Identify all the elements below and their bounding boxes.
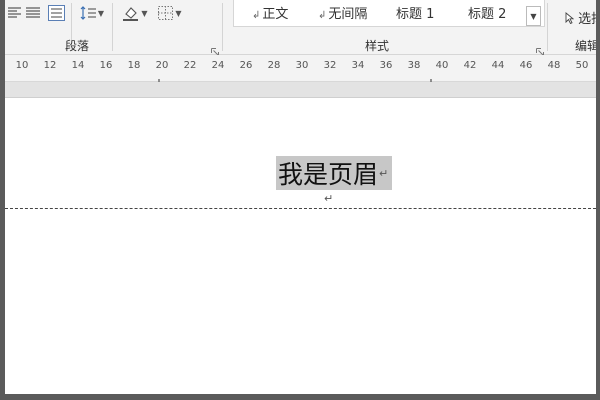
ruler-tick: 22 (183, 60, 197, 71)
ruler-tick: 16 (99, 60, 113, 71)
paragraph-dialog-launcher-icon[interactable] (211, 41, 219, 56)
style-item-normal[interactable]: ↲ 正文 (252, 3, 288, 22)
page-header-text: 我是页眉 (278, 160, 379, 189)
ruler-tick: 32 (323, 60, 337, 71)
border-grid-icon (158, 6, 174, 20)
ruler-tick: 38 (407, 60, 421, 71)
header-boundary-line (5, 208, 596, 209)
window-border (0, 394, 600, 400)
style-label: 无间隔 (328, 7, 368, 22)
chevron-down-icon: ▼ (530, 11, 537, 21)
style-item-heading-2[interactable]: 标题 2 (468, 3, 506, 22)
toolbar-divider (112, 3, 113, 51)
window-border (596, 0, 600, 400)
styles-group-label: 样式 (365, 39, 390, 53)
line-spacing-icon[interactable]: ▼ (78, 4, 106, 22)
styles-dialog-launcher-icon[interactable] (536, 41, 544, 56)
ruler-tick: 44 (491, 60, 505, 71)
ruler-tick: 18 (127, 60, 141, 71)
ruler-tick: 34 (351, 60, 365, 71)
paragraph-mark: ↵ (324, 192, 334, 205)
horizontal-ruler[interactable]: 10 12 14 16 18 20 22 24 26 28 30 32 34 3… (5, 55, 596, 85)
paragraph-group-label: 段落 (65, 39, 90, 53)
style-item-heading-1[interactable]: 标题 1 (396, 3, 434, 22)
ruler-tick: 48 (547, 60, 561, 71)
left-indent-marker-icon[interactable] (156, 70, 164, 85)
window-border (0, 0, 5, 400)
ruler-tick: 50 (575, 60, 589, 71)
ruler-tick: 12 (43, 60, 57, 71)
style-label: 标题 2 (468, 7, 507, 22)
paragraph-mark: ↵ (379, 166, 389, 180)
paragraph-mark-icon: ↲ (318, 10, 327, 21)
styles-more-button[interactable]: ▼ (526, 6, 541, 26)
styles-gallery: ↲ 正文 ↲ 无间隔 标题 1 标题 2 (233, 0, 545, 27)
shading-button[interactable]: ▼ (119, 4, 151, 22)
ruler-tick: 10 (15, 60, 29, 71)
style-label: 正文 (262, 7, 289, 22)
paragraph-mark-icon: ↲ (252, 10, 261, 21)
ribbon: ▼ ▼ ▼ 段落 ↲ 正文 ↲ 无间隔 标题 1 标题 2 ▼ 样式 选 编辑 (5, 0, 600, 56)
header-text-selection[interactable]: 我是页眉 ↵ (276, 156, 393, 190)
justify-icon[interactable] (25, 4, 41, 22)
word-window: ▼ ▼ ▼ 段落 ↲ 正文 ↲ 无间隔 标题 1 标题 2 ▼ 样式 选 编辑 … (0, 0, 600, 400)
ruler-tick: 14 (71, 60, 85, 71)
chevron-down-icon: ▼ (175, 8, 182, 18)
style-label: 标题 1 (396, 7, 435, 22)
ruler-tick: 42 (463, 60, 477, 71)
paint-bucket-icon (123, 7, 139, 21)
style-item-no-spacing[interactable]: ↲ 无间隔 (318, 3, 367, 22)
chevron-down-icon: ▼ (97, 8, 105, 18)
document-margin-area (5, 82, 596, 98)
align-left-icon[interactable] (7, 4, 21, 22)
select-button[interactable]: 选择 (565, 8, 600, 27)
distributed-align-icon[interactable] (46, 4, 66, 22)
ruler-tick: 36 (379, 60, 393, 71)
document-page[interactable]: 我是页眉 ↵ ↵ (5, 98, 596, 394)
group-divider (222, 3, 223, 51)
borders-button[interactable]: ▼ (155, 4, 185, 22)
ruler-tick: 24 (211, 60, 225, 71)
right-indent-marker-icon[interactable] (430, 70, 438, 85)
group-divider (547, 3, 548, 51)
ruler-tick: 30 (295, 60, 309, 71)
ruler-tick: 26 (239, 60, 253, 71)
ruler-tick: 28 (267, 60, 281, 71)
chevron-down-icon: ▼ (141, 8, 148, 18)
ruler-tick: 46 (519, 60, 533, 71)
cursor-arrow-icon (565, 12, 575, 25)
